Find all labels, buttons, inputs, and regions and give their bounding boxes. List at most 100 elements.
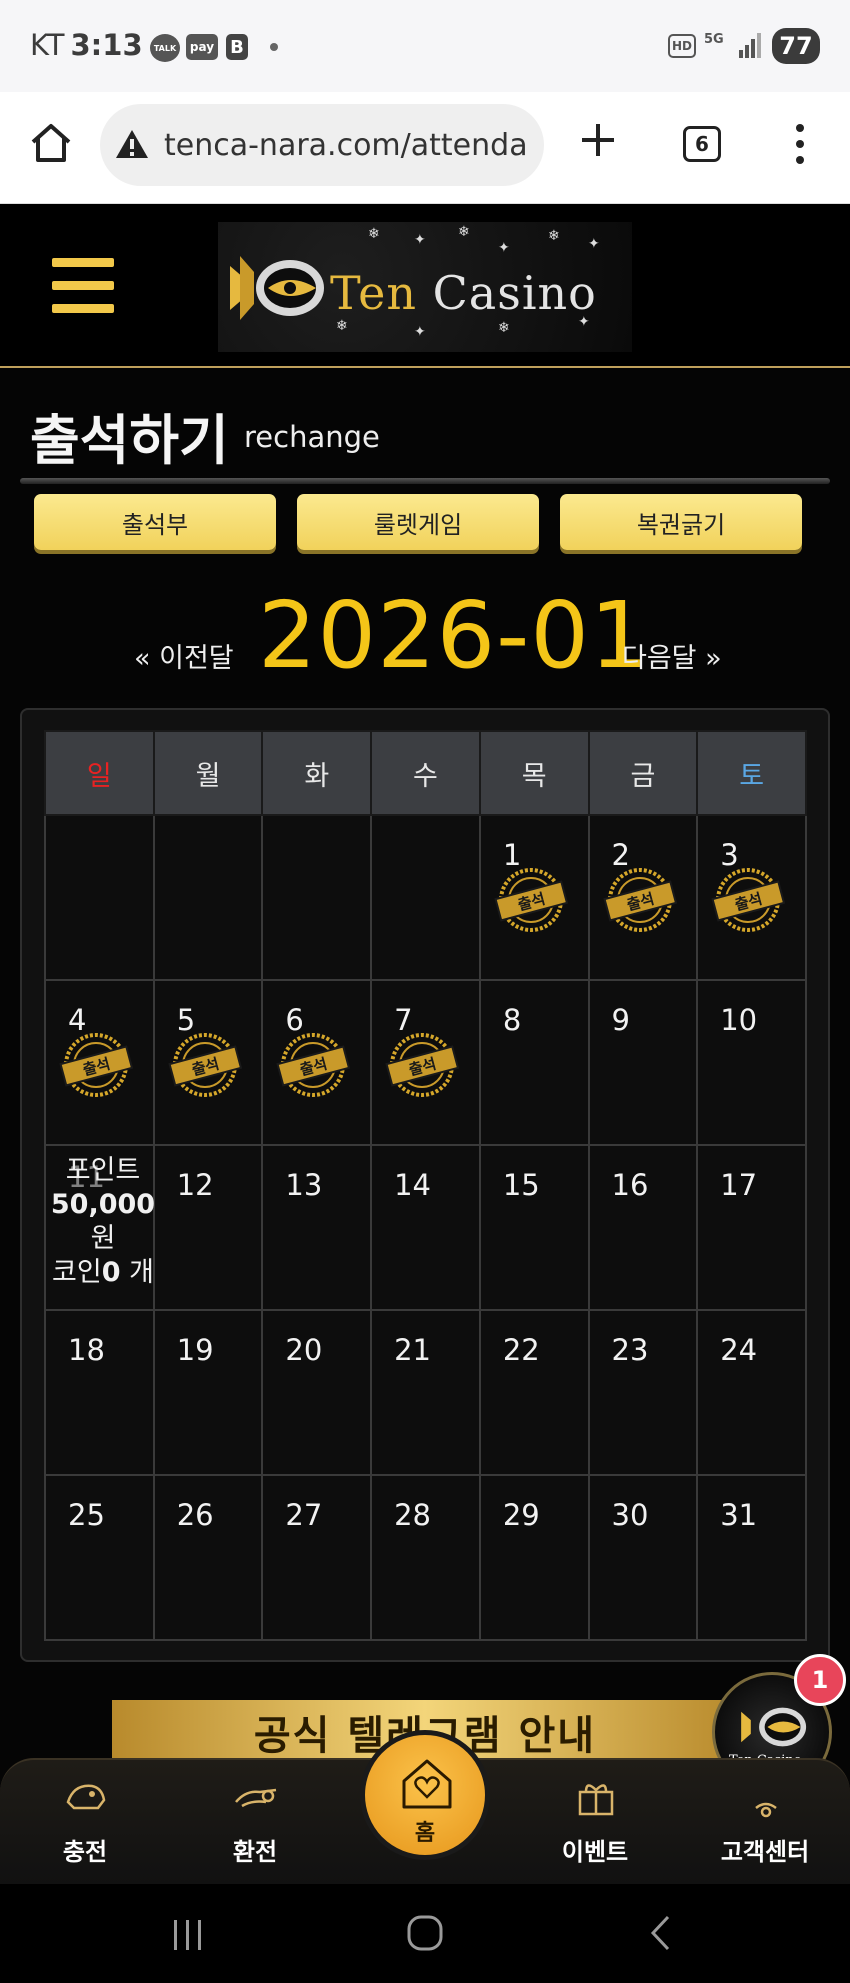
day-number: 9: [611, 1003, 630, 1037]
more-menu-icon[interactable]: [790, 122, 810, 166]
hamburger-menu-icon[interactable]: [52, 258, 114, 314]
browser-toolbar: tenca-nara.com/attenda 6: [0, 92, 850, 204]
calendar-week-row: 18 19 20 21 22 23 24: [44, 1309, 807, 1476]
calendar-day-cell[interactable]: 27: [261, 1474, 373, 1641]
calendar-empty-cell: [261, 814, 373, 981]
calendar-empty-cell: [370, 814, 481, 981]
new-tab-icon[interactable]: [578, 120, 618, 160]
nav-withdraw[interactable]: 환전: [200, 1760, 310, 1886]
calendar-day-cell[interactable]: 3 출석: [696, 814, 807, 981]
home-icon[interactable]: [28, 120, 74, 166]
attendance-calendar: 일 월 화 수 목 금 토 1 출석 2 출석 3 출석 4 출석 5 출석 6 출석 7 출석 8 9 10 포…: [44, 730, 807, 1641]
weekday-tue: 화: [261, 730, 373, 816]
calendar-day-cell[interactable]: 23: [587, 1309, 699, 1476]
calendar-day-cell[interactable]: 24: [696, 1309, 807, 1476]
logo-text: Ten Casino: [330, 266, 597, 320]
system-nav-bar: [0, 1884, 850, 1983]
calendar-day-cell[interactable]: 22: [478, 1309, 590, 1476]
hd-voice-icon: HD: [668, 34, 696, 58]
recent-apps-icon[interactable]: [170, 1918, 206, 1952]
support-icon: [755, 1802, 777, 1818]
nav-support-label: 고객센터: [720, 1838, 810, 1866]
withdraw-icon: [235, 1788, 277, 1808]
calendar-day-cell[interactable]: 9: [587, 979, 699, 1146]
page-subtitle: rechange: [244, 420, 380, 454]
calendar-day-cell[interactable]: 20: [261, 1309, 373, 1476]
current-month: 2026-01: [258, 582, 650, 689]
weekday-fri: 금: [587, 730, 699, 816]
attendance-stamp-icon: 출석: [602, 868, 677, 932]
logo-mark-icon: [741, 1707, 807, 1747]
calendar-day-cell[interactable]: 8: [478, 979, 590, 1146]
notification-badge[interactable]: 1: [794, 1654, 846, 1706]
calendar-day-cell[interactable]: 16: [587, 1144, 699, 1311]
weekday-sat: 토: [696, 730, 807, 816]
day-number: 13: [285, 1168, 323, 1202]
calendar-week-row: 포인트 50,000 원 코인0 개 11 12 13 14 15 16 17: [44, 1144, 807, 1311]
day-number: 19: [176, 1333, 214, 1367]
calendar-day-cell[interactable]: 17: [696, 1144, 807, 1311]
tab-lottery[interactable]: 복권긁기: [560, 494, 802, 550]
day-number: 11: [68, 1160, 105, 1194]
day-number: 20: [285, 1333, 323, 1367]
tab-switcher-button[interactable]: 6: [683, 126, 721, 162]
home-nav-icon[interactable]: [406, 1914, 444, 1952]
calendar-week-row: 1 출석 2 출석 3 출석: [44, 814, 807, 981]
calendar-day-cell[interactable]: 19: [152, 1309, 264, 1476]
calendar-day-cell[interactable]: 14: [370, 1144, 481, 1311]
day-number: 12: [176, 1168, 214, 1202]
calendar-day-cell[interactable]: 2 출석: [587, 814, 699, 981]
back-nav-icon[interactable]: [648, 1914, 672, 1952]
calendar-week-row: 25 26 27 28 29 30 31: [44, 1474, 807, 1641]
calendar-day-cell[interactable]: 15: [478, 1144, 590, 1311]
carrier-label: KT: [30, 28, 65, 62]
day-number: 21: [394, 1333, 432, 1367]
calendar-day-cell[interactable]: 28: [370, 1474, 481, 1641]
calendar-day-cell[interactable]: 21: [370, 1309, 481, 1476]
day-number: 8: [502, 1003, 522, 1037]
calendar-day-cell[interactable]: 13: [261, 1144, 373, 1311]
address-bar[interactable]: tenca-nara.com/attenda: [100, 104, 544, 186]
nav-event[interactable]: 이벤트: [540, 1760, 650, 1886]
calendar-day-cell[interactable]: 4 출석: [44, 979, 155, 1146]
day-number: 24: [720, 1333, 758, 1367]
calendar-day-cell[interactable]: 29: [478, 1474, 590, 1641]
calendar-day-cell[interactable]: 10: [696, 979, 807, 1146]
calendar-day-cell[interactable]: 포인트 50,000 원 코인0 개 11: [44, 1144, 155, 1311]
next-month-link[interactable]: 다음달 »: [622, 636, 722, 675]
calendar-empty-cell: [152, 814, 264, 981]
calendar-day-cell[interactable]: 6 출석: [261, 979, 373, 1146]
url-text[interactable]: tenca-nara.com/attenda: [164, 128, 534, 163]
day-number: 15: [502, 1168, 540, 1202]
clock: 3:13: [70, 28, 143, 62]
calendar-day-cell[interactable]: 30: [587, 1474, 699, 1641]
site-logo[interactable]: ❄ ✦ ❄ ✦ ❄ ✦ ❄ ✦ ❄ ✦ Ten Casino: [218, 222, 632, 352]
calendar-day-cell[interactable]: 31: [696, 1474, 807, 1641]
calendar-day-cell[interactable]: 12: [152, 1144, 264, 1311]
attendance-stamp-icon: 출석: [168, 1033, 242, 1097]
tab-roulette[interactable]: 룰렛게임: [297, 494, 539, 550]
prev-month-link[interactable]: « 이전달: [134, 636, 234, 675]
coin-summary: 코인0 개: [52, 1257, 154, 1288]
day-number: 17: [720, 1168, 758, 1202]
b-app-icon: B: [226, 34, 248, 60]
calendar-day-cell[interactable]: 25: [44, 1474, 155, 1641]
calendar-day-cell[interactable]: 7 출석: [370, 979, 481, 1146]
day-number: 16: [611, 1168, 649, 1202]
calendar-day-cell[interactable]: 26: [152, 1474, 264, 1641]
day-number: 10: [720, 1003, 758, 1037]
nav-deposit[interactable]: 충전: [30, 1760, 140, 1886]
tab-attendance[interactable]: 출석부: [34, 494, 276, 550]
attendance-stamp-icon: 출석: [385, 1033, 460, 1097]
nav-home-button[interactable]: 홈: [360, 1730, 490, 1860]
nav-support[interactable]: 고객센터: [710, 1760, 820, 1886]
day-number: 29: [502, 1498, 540, 1532]
calendar-day-cell[interactable]: 5 출석: [152, 979, 264, 1146]
warning-icon[interactable]: [114, 128, 150, 160]
calendar-day-cell[interactable]: 18: [44, 1309, 155, 1476]
signal-icon: [739, 33, 761, 58]
calendar-day-cell[interactable]: 1 출석: [478, 814, 590, 981]
deposit-icon: [66, 1784, 106, 1810]
kakaotalk-icon: TALK: [150, 34, 180, 62]
network-type-icon: 5G: [704, 32, 724, 47]
